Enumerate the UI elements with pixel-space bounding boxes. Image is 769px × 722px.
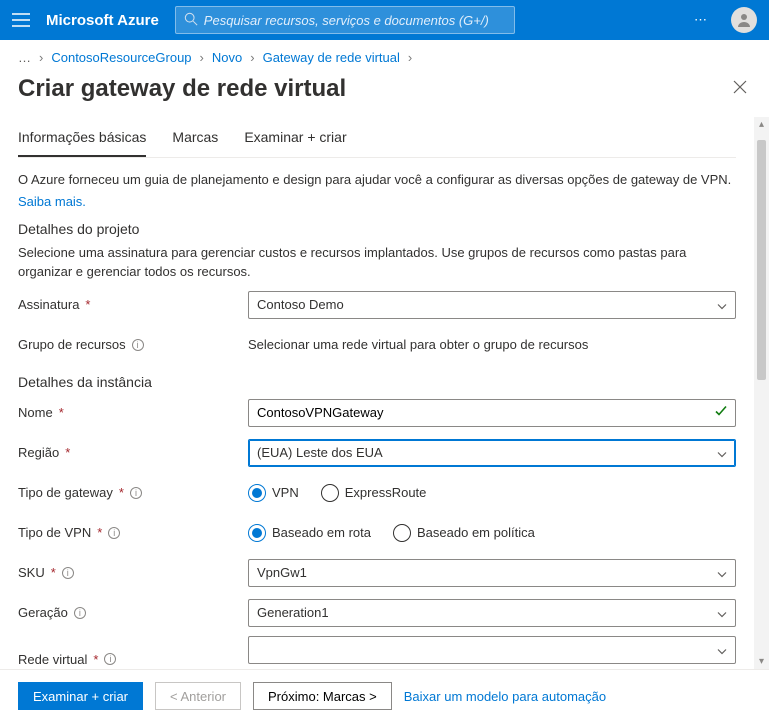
- breadcrumb-item[interactable]: ContosoResourceGroup: [51, 50, 191, 65]
- region-select[interactable]: (EUA) Leste dos EUA: [248, 439, 736, 467]
- close-icon[interactable]: [733, 80, 751, 98]
- project-desc: Selecione uma assinatura para gerenciar …: [18, 243, 736, 282]
- tab-basics[interactable]: Informações básicas: [18, 123, 146, 157]
- chevron-right-icon: ›: [408, 50, 412, 65]
- info-icon[interactable]: i: [62, 567, 74, 579]
- review-create-button[interactable]: Examinar + criar: [18, 682, 143, 710]
- radio-policy-based[interactable]: Baseado em política: [393, 524, 535, 542]
- info-icon[interactable]: i: [132, 339, 144, 351]
- scroll-down-icon[interactable]: ▾: [759, 656, 764, 667]
- check-icon: [715, 405, 727, 420]
- chevron-right-icon: ›: [200, 50, 204, 65]
- vnet-select[interactable]: [248, 636, 736, 664]
- breadcrumb-item[interactable]: Gateway de rede virtual: [263, 50, 400, 65]
- avatar[interactable]: [731, 7, 757, 33]
- generation-select[interactable]: Generation1: [248, 599, 736, 627]
- more-icon[interactable]: ⋯: [694, 12, 715, 28]
- section-project: Detalhes do projeto: [18, 221, 736, 237]
- search-icon: [184, 12, 198, 29]
- breadcrumb-item[interactable]: Novo: [212, 50, 242, 65]
- required-mark: *: [85, 297, 90, 312]
- scrollbar[interactable]: ▴ ▾: [754, 117, 769, 669]
- next-button[interactable]: Próximo: Marcas >: [253, 682, 392, 710]
- radio-route-based[interactable]: Baseado em rota: [248, 524, 371, 542]
- scroll-thumb[interactable]: [757, 140, 766, 380]
- resource-group-value: Selecionar uma rede virtual para obter o…: [248, 337, 588, 352]
- info-icon[interactable]: i: [104, 653, 116, 665]
- subscription-label: Assinatura: [18, 297, 79, 312]
- tab-review[interactable]: Examinar + criar: [244, 123, 346, 157]
- tab-bar: Informações básicas Marcas Examinar + cr…: [18, 123, 736, 158]
- tab-tags[interactable]: Marcas: [172, 123, 218, 157]
- vpn-type-label: Tipo de VPN: [18, 525, 91, 540]
- sku-select[interactable]: VpnGw1: [248, 559, 736, 587]
- region-label: Região: [18, 445, 59, 460]
- search-box[interactable]: [175, 6, 515, 34]
- subscription-select[interactable]: Contoso Demo: [248, 291, 736, 319]
- generation-label: Geração: [18, 605, 68, 620]
- intro-text: O Azure forneceu um guia de planejamento…: [18, 170, 736, 190]
- info-icon[interactable]: i: [108, 527, 120, 539]
- chevron-down-icon: [717, 445, 727, 460]
- info-icon[interactable]: i: [74, 607, 86, 619]
- top-header: Microsoft Azure ⋯: [0, 0, 769, 40]
- previous-button: < Anterior: [155, 682, 241, 710]
- chevron-down-icon: [717, 297, 727, 312]
- footer-bar: Examinar + criar < Anterior Próximo: Mar…: [0, 669, 769, 722]
- chevron-down-icon: [717, 565, 727, 580]
- breadcrumb: … › ContosoResourceGroup › Novo › Gatewa…: [0, 40, 769, 75]
- breadcrumb-dots[interactable]: …: [18, 50, 31, 65]
- learn-more-link[interactable]: Saiba mais.: [18, 194, 86, 209]
- name-input-wrap: [248, 399, 736, 427]
- name-input[interactable]: [257, 405, 709, 420]
- scroll-up-icon[interactable]: ▴: [759, 119, 764, 130]
- gateway-type-label: Tipo de gateway: [18, 485, 113, 500]
- main-panel: Informações básicas Marcas Examinar + cr…: [0, 117, 754, 669]
- page-title: Criar gateway de rede virtual: [18, 75, 346, 103]
- radio-expressroute[interactable]: ExpressRoute: [321, 484, 427, 502]
- section-instance: Detalhes da instância: [18, 374, 736, 390]
- chevron-right-icon: ›: [39, 50, 43, 65]
- download-template-link[interactable]: Baixar um modelo para automação: [404, 689, 606, 704]
- name-label: Nome: [18, 405, 53, 420]
- radio-vpn[interactable]: VPN: [248, 484, 299, 502]
- brand-label[interactable]: Microsoft Azure: [46, 12, 159, 29]
- menu-icon[interactable]: [12, 13, 30, 27]
- vnet-label: Rede virtual: [18, 652, 87, 667]
- search-input[interactable]: [204, 13, 506, 28]
- chevron-right-icon: ›: [250, 50, 254, 65]
- sku-label: SKU: [18, 565, 45, 580]
- info-icon[interactable]: i: [130, 487, 142, 499]
- resource-group-label: Grupo de recursos: [18, 337, 126, 352]
- chevron-down-icon: [717, 605, 727, 620]
- chevron-down-icon: [717, 642, 727, 657]
